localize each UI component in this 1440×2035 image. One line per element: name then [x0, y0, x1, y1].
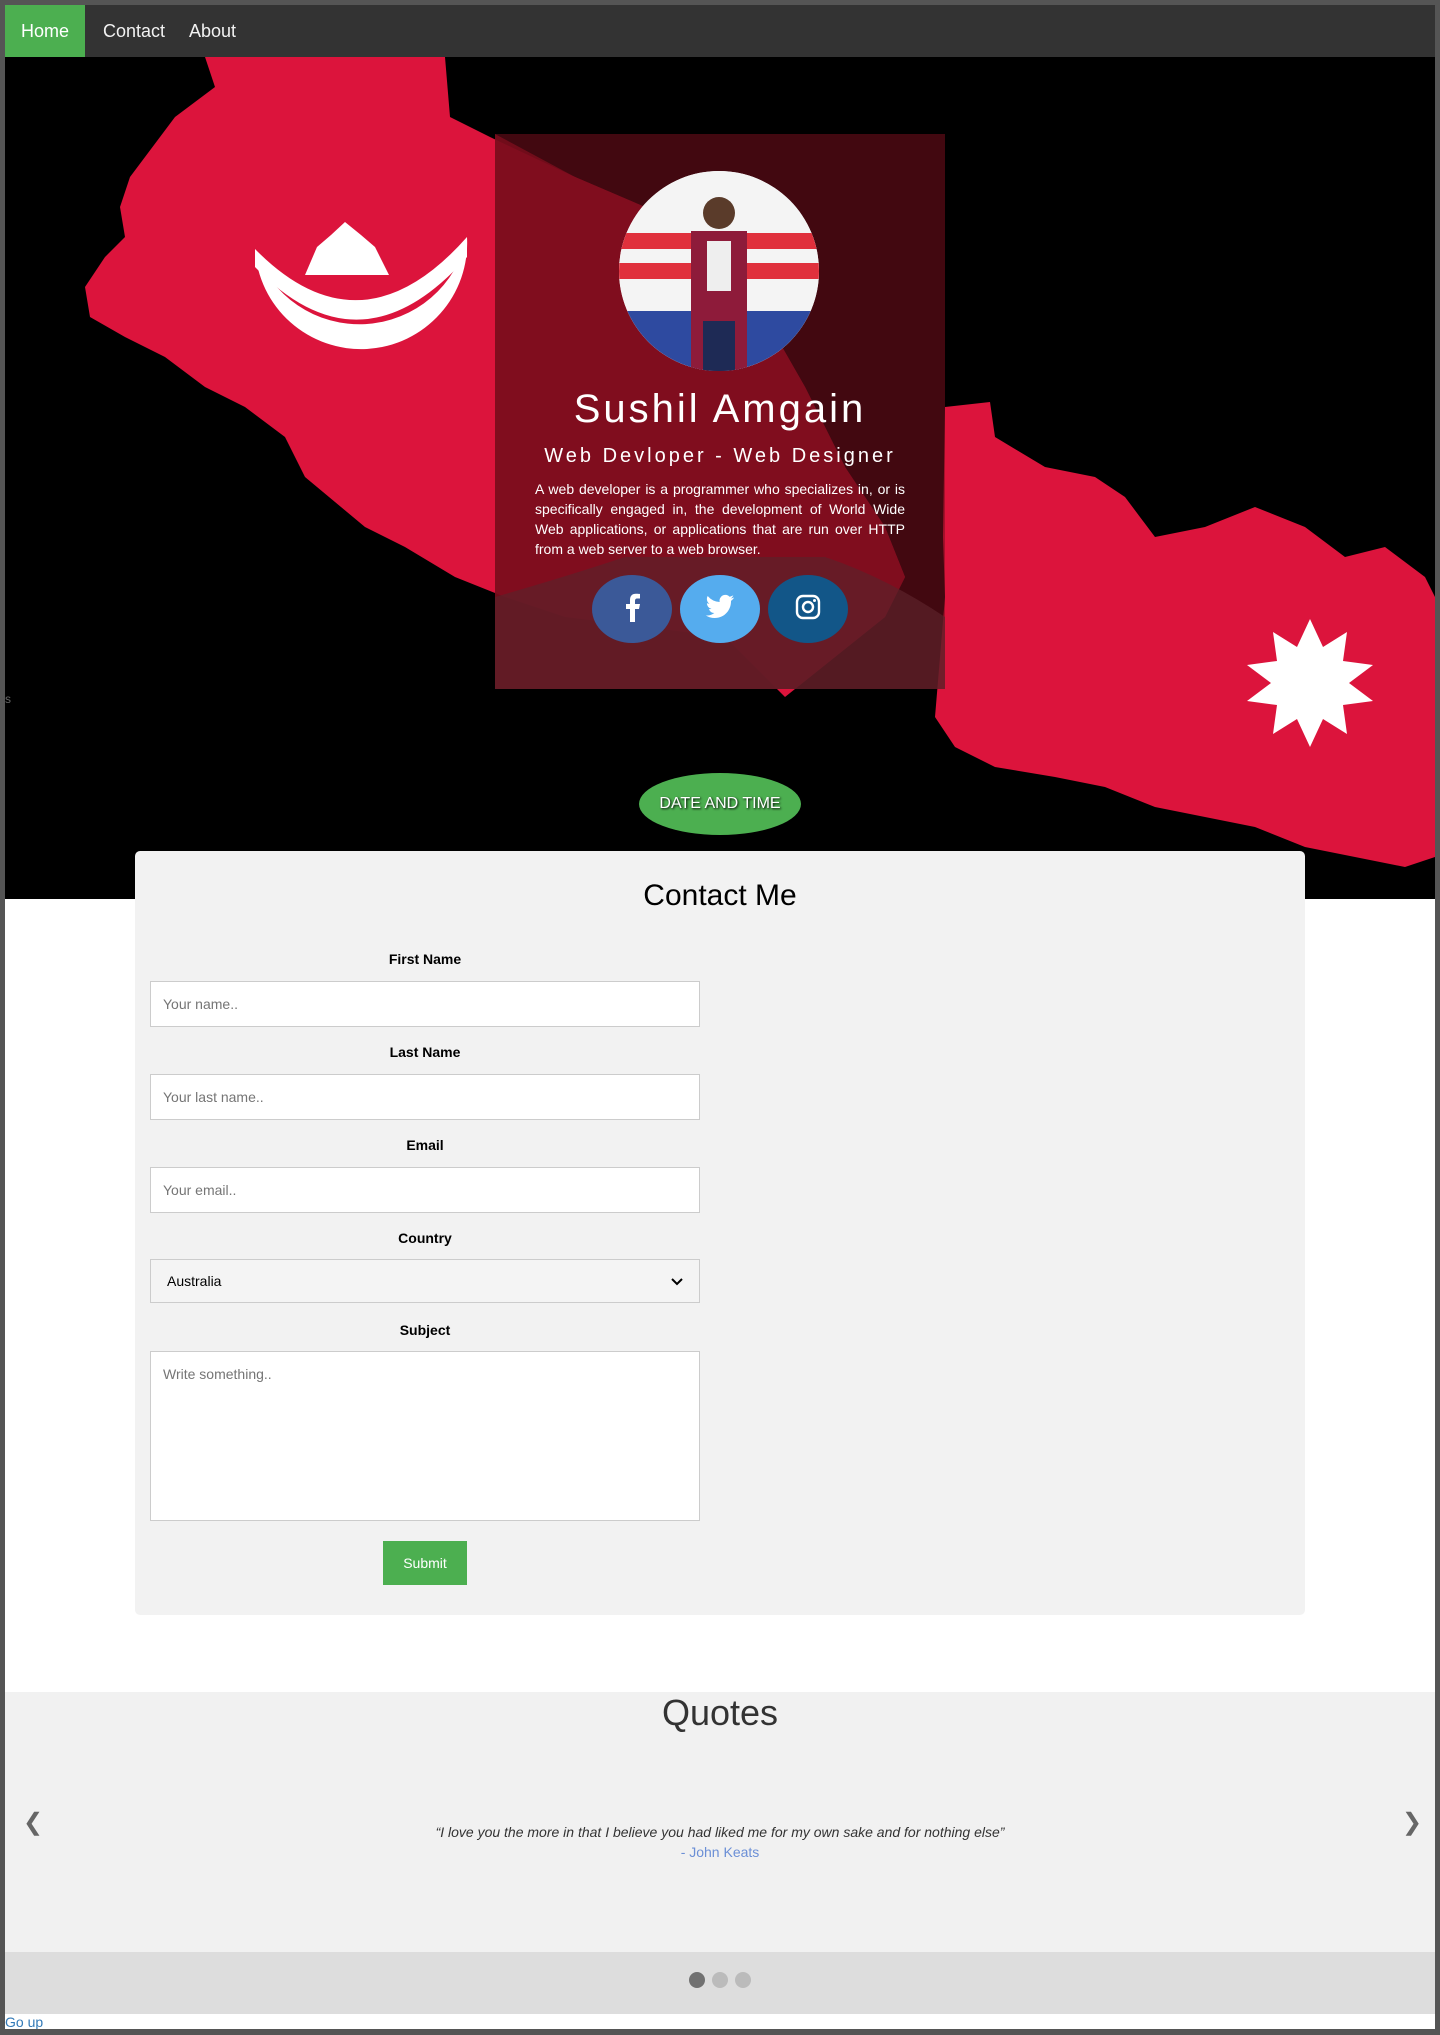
twitter-icon	[705, 594, 735, 625]
go-up-link[interactable]: Go up	[5, 2014, 43, 2029]
quote-dot-2[interactable]	[712, 1972, 728, 1988]
hero-section: Sushil Amgain Web Devloper - Web Designe…	[5, 57, 1435, 899]
contact-card: Contact Me First Name Last Name Email Co…	[135, 851, 1305, 1615]
nav-about[interactable]: About	[173, 5, 252, 57]
quote-author: - John Keats	[680, 1844, 760, 1860]
quotes-section: Quotes ❮ ❯ “I love you the more in that …	[5, 1692, 1435, 1952]
quote-text: “I love you the more in that I believe y…	[435, 1824, 1005, 1840]
email-field[interactable]	[150, 1167, 700, 1213]
subject-label: Subject	[399, 1322, 451, 1338]
last-name-field[interactable]	[150, 1074, 700, 1120]
map-east-region	[935, 402, 1435, 867]
stray-text: s	[5, 692, 11, 706]
instagram-button[interactable]	[768, 575, 848, 643]
top-navbar: Home Contact About	[5, 5, 1435, 57]
chevron-down-icon	[671, 1273, 683, 1289]
subject-field[interactable]	[150, 1351, 700, 1521]
first-name-field[interactable]	[150, 981, 700, 1027]
quote-dot-3[interactable]	[735, 1972, 751, 1988]
last-name-label: Last Name	[389, 1044, 461, 1060]
country-label: Country	[398, 1230, 452, 1246]
date-time-button[interactable]: DATE AND TIME	[639, 773, 801, 835]
contact-title: Contact Me	[643, 879, 797, 912]
facebook-icon	[623, 592, 641, 627]
instagram-icon	[795, 594, 821, 625]
hero-description: A web developer is a programmer who spec…	[535, 481, 905, 557]
hero-name: Sushil Amgain	[573, 387, 867, 431]
quote-dot-1[interactable]	[689, 1972, 705, 1988]
profile-avatar	[619, 171, 819, 371]
country-select[interactable]: Australia	[150, 1259, 700, 1303]
submit-button[interactable]: Submit	[383, 1541, 467, 1585]
hero-role: Web Devloper - Web Designer	[544, 445, 896, 467]
nav-home[interactable]: Home	[5, 5, 86, 57]
twitter-button[interactable]	[680, 575, 760, 643]
first-name-label: First Name	[388, 951, 462, 967]
facebook-button[interactable]	[592, 575, 672, 643]
page-frame: Home Contact About Sushil Amgain Web Dev…	[5, 5, 1435, 2029]
country-select-value: Australia	[167, 1273, 222, 1289]
quotes-title: Quotes	[661, 1692, 779, 1733]
quote-dots-bar	[5, 1952, 1435, 2014]
nav-contact[interactable]: Contact	[87, 5, 181, 57]
email-label: Email	[406, 1137, 444, 1153]
